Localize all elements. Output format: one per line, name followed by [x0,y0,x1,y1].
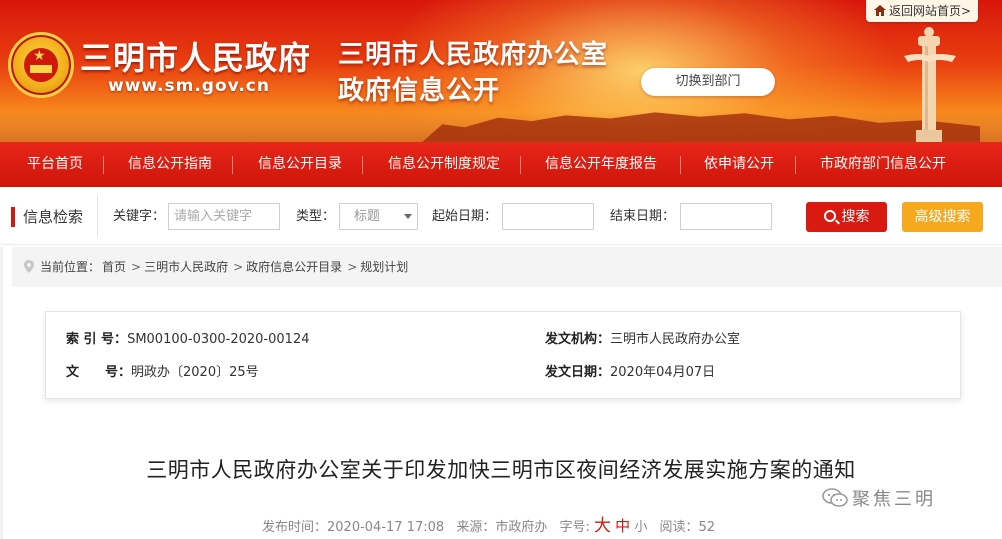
keyword-input[interactable]: 请输入关键字 [168,203,280,230]
index-number-value: SM00100-0300-2020-00124 [127,332,310,347]
issuer-row: 发文机构：三明市人民政府办公室 [545,331,740,349]
source-label: 来源： [456,520,496,535]
nav-separator [232,156,233,174]
nav-item-catalog[interactable]: 信息公开目录 [258,142,342,187]
banner-title-office: 三明市人民政府办公室 [338,40,609,70]
document-number-row: 文 号：明政办〔2020〕25号 [66,364,259,382]
wechat-watermark: 聚焦三明 [822,485,936,511]
nav-separator [103,156,104,174]
article-meta: 发布时间：2020-04-17 17:08 来源：市政府办 字号: 大 中 小 … [262,516,715,538]
font-size-medium-button[interactable]: 中 [615,517,630,535]
issue-date-value: 2020年04月07日 [610,365,716,380]
banner-title-disclosure: 政府信息公开 [338,76,501,106]
search-section-label: 信息检索 [11,207,83,227]
site-url: www.sm.gov.cn [108,76,270,96]
banner-hills [0,112,1002,142]
publish-time-label: 发布时间： [262,520,328,535]
nav-item-guide[interactable]: 信息公开指南 [128,142,212,187]
keyword-label: 关键字： [113,209,166,224]
search-button[interactable]: 搜索 [806,202,887,232]
breadcrumb-government[interactable]: 三明市人民政府 [144,260,228,274]
issuer-label: 发文机构： [545,332,611,347]
huabiao-pillar-icon [904,27,956,142]
breadcrumb-separator: > [347,260,358,274]
font-size-large-button[interactable]: 大 [594,516,611,536]
read-count-value: 52 [698,520,716,535]
type-select-value: 标题 [354,209,381,224]
document-number-label: 文 号： [66,365,132,380]
type-select[interactable]: 标题 [339,203,418,230]
nav-item-annual-report[interactable]: 信息公开年度报告 [545,142,657,187]
wechat-icon [822,488,848,507]
article-title: 三明市人民政府办公室关于印发加快三明市区夜间经济发展实施方案的通知 [146,458,856,482]
start-date-label: 起始日期： [432,209,498,224]
home-icon [874,5,886,16]
breadcrumb-catalog[interactable]: 政府信息公开目录 [246,260,342,274]
font-size-small-button[interactable]: 小 [634,520,647,535]
document-info-box [45,311,961,399]
main-nav: 平台首页 信息公开指南 信息公开目录 信息公开制度规定 信息公开年度报告 依申请… [0,142,1002,187]
end-date-input[interactable] [680,203,772,230]
issuer-value: 三明市人民政府办公室 [610,332,741,347]
type-label: 类型： [296,209,336,224]
breadcrumb-separator: > [233,260,244,274]
issue-date-label: 发文日期： [545,365,611,380]
advanced-search-button[interactable]: 高级搜索 [902,202,983,232]
nav-item-application[interactable]: 依申请公开 [704,142,774,187]
emblem-gate-icon [30,65,52,73]
nav-item-departments[interactable]: 市政府部门信息公开 [820,142,946,187]
publish-time-value: 2020-04-17 17:08 [327,520,445,535]
chevron-down-icon [404,214,412,219]
nav-separator [795,156,796,174]
nav-item-home[interactable]: 平台首页 [27,142,83,187]
left-edge-line [0,247,3,539]
wechat-account-name: 聚焦三明 [852,489,936,510]
read-count-label: 阅读： [659,520,699,535]
nav-separator [362,156,363,174]
location-pin-icon [24,260,34,273]
start-date-input[interactable] [502,203,594,230]
return-home-label: 返回网站首页> [889,4,972,18]
breadcrumb-separator: > [131,260,142,274]
nav-separator [680,156,681,174]
nav-item-regulations[interactable]: 信息公开制度规定 [388,142,500,187]
search-divider [97,196,98,236]
nav-separator [520,156,521,174]
search-icon [823,210,836,222]
national-emblem-icon: ★ [8,32,74,98]
breadcrumb-prefix: 当前位置： [40,260,101,274]
index-number-row: 索 引 号：SM00100-0300-2020-00124 [66,331,309,349]
breadcrumb-home[interactable]: 首页 [102,260,126,274]
header-banner: ★ 三明市人民政府 www.sm.gov.cn 三明市人民政府办公室 政府信息公… [0,0,1002,142]
issue-date-row: 发文日期：2020年04月07日 [545,364,715,382]
search-button-label: 搜索 [841,209,870,225]
site-title[interactable]: 三明市人民政府 [80,33,311,79]
index-number-label: 索 引 号： [66,332,128,347]
emblem-star-icon: ★ [33,48,46,64]
end-date-label: 结束日期： [610,209,676,224]
breadcrumb-planning[interactable]: 规划计划 [360,260,408,274]
document-number-value: 明政办〔2020〕25号 [131,365,259,380]
breadcrumb: 当前位置： 首页 > 三明市人民政府 > 政府信息公开目录 > 规划计划 [24,258,410,275]
return-home-link[interactable]: 返回网站首页> [866,0,978,22]
switch-department-button[interactable]: 切换到部门 [641,68,775,96]
font-size-label: 字号: [559,520,590,535]
source-value: 市政府办 [495,520,548,535]
